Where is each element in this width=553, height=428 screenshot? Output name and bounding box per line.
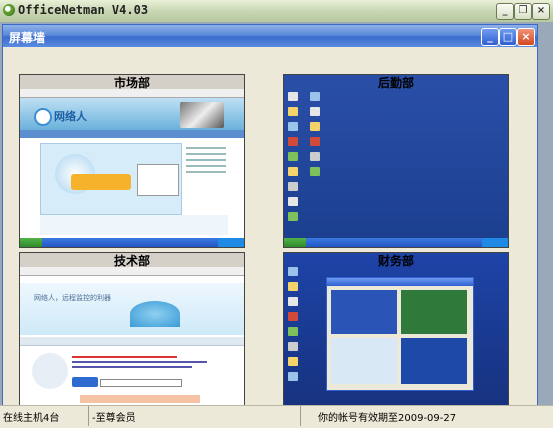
status-online: 在线主机4台 [3,413,60,424]
baidu-search-box [100,379,182,387]
site-banner: 网络人，远程监控的利器 [20,283,244,335]
site-banner-graphic [130,301,180,327]
screen-tile-tech[interactable]: 网络人，远程监控的利器 技术部 [19,252,245,426]
system-tray [218,238,244,247]
site-text-lines [72,353,222,371]
screen-wall-window: 屏幕墙 _ □ × 网络人 市场部 后勤部 网络人，远程监控的利器 技术部 财务… [2,24,538,426]
app-titlebar[interactable]: OfficeNetman V4.03 _ ❐ × [0,0,553,23]
screen-wall-title: 屏幕墙 [9,31,46,45]
site-logo-text: 网络人 [54,110,87,123]
site-tabs [20,337,244,346]
site-footer-area [40,215,228,235]
site-logo-icon [34,108,52,126]
avatar [32,353,68,389]
status-expire: 你的帐号有效期至2009-09-27 [318,413,457,424]
inner-close-button[interactable]: × [517,28,535,46]
inner-minimize-button[interactable]: _ [481,28,499,46]
browser-window: 网络人，远程监控的利器 [20,253,244,425]
browser-window: 网络人 [20,75,244,247]
close-button[interactable]: × [532,3,550,20]
status-divider [88,406,89,426]
taskbar [284,238,508,247]
app-icon [3,4,15,16]
inner-maximize-button[interactable]: □ [499,28,517,46]
remote-window [326,277,474,391]
site-nav [20,130,244,138]
baidu-logo [72,377,98,387]
site-header: 网络人 [20,98,244,130]
screen-label-market: 市场部 [113,76,150,90]
site-content [40,143,182,215]
site-screenshot [137,164,179,196]
site-download-banner [71,174,131,190]
screen-tile-market[interactable]: 网络人 市场部 [19,74,245,248]
start-button [20,238,42,247]
desktop-icons [288,263,310,387]
screen-wall-titlebar[interactable]: 屏幕墙 _ □ × [3,25,537,47]
app-body: 屏幕墙 _ □ × 网络人 市场部 后勤部 网络人，远程监控的利器 技术部 财务… [0,22,553,426]
site-side-list [184,143,228,213]
status-divider [300,406,301,426]
site-banner-text: 网络人，远程监控的利器 [34,294,111,302]
screen-label-logistics: 后勤部 [377,76,414,90]
screen-label-finance: 财务部 [377,254,414,268]
minimize-button[interactable]: _ [496,3,514,20]
system-tray [482,238,508,247]
screen-tile-logistics[interactable]: 后勤部 [283,74,509,248]
laptop-image [180,102,224,128]
screen-label-tech: 技术部 [113,254,150,268]
site-ad [80,395,200,403]
app-title: OfficeNetman V4.03 [18,3,149,17]
status-member: -至尊会员 [92,413,136,424]
start-button [284,238,306,247]
restore-button[interactable]: ❐ [514,3,532,20]
taskbar [20,238,244,247]
status-bar: 在线主机4台 -至尊会员 你的帐号有效期至2009-09-27 [0,405,553,428]
desktop-icons-col2 [310,89,350,182]
screen-tile-finance[interactable]: 财务部 [283,252,509,426]
screen-grid: 网络人 市场部 后勤部 网络人，远程监控的利器 技术部 财务部 [3,47,537,426]
